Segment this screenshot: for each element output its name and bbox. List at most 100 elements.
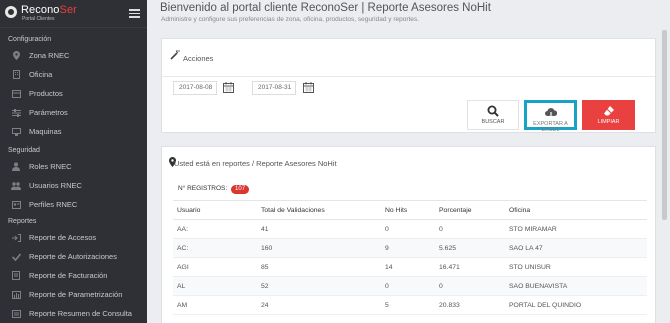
cell-total: 160 (257, 238, 381, 258)
sidebar-item-zona-rnec[interactable]: Zona RNEC (0, 46, 147, 65)
sidebar-item-reporte-accesos[interactable]: Reporte de Accesos (0, 228, 147, 247)
col-total-validaciones[interactable]: Total de Validaciones (257, 200, 381, 220)
report-breadcrumb: Usted está en reportes / Reporte Asesore… (174, 159, 337, 168)
cell-oficina: STO MIRAMAR (505, 219, 647, 239)
sidebar-item-label: Zona RNEC (29, 51, 70, 60)
sidebar-item-label: Reporte de Parametrización (29, 290, 123, 299)
table-row: AM 24 5 20.833 PORTAL DEL QUINDIO (173, 295, 647, 315)
registros-badge: 107 (231, 185, 250, 194)
sidebar-item-label: Reporte de Accesos (29, 233, 97, 242)
cell-porcentaje: 20.833 (435, 295, 505, 315)
sidebar-item-label: Perfiles RNEC (29, 200, 78, 209)
sidebar-item-reporte-resumen[interactable]: Reporte Resumen de Consulta (0, 304, 147, 323)
sidebar-item-oficina[interactable]: Oficina (0, 65, 147, 84)
sidebar-item-parametros[interactable]: Parámetros (0, 103, 147, 122)
brand-name: ReconoSer (21, 4, 77, 16)
cloud-download-icon (544, 108, 557, 119)
sidebar-item-label: Productos (29, 89, 63, 98)
buscar-button[interactable]: BUSCAR (467, 100, 519, 130)
col-usuario[interactable]: Usuario (173, 200, 257, 220)
page-title: Bienvenido al portal cliente ReconoSer |… (160, 2, 491, 14)
export-excel-button[interactable]: EXPORTAR A EXCEL (524, 100, 577, 133)
cell-nohits: 5 (381, 295, 435, 315)
cell-usuario: AL (173, 276, 257, 296)
calendar-icon[interactable] (223, 82, 234, 93)
table-row: AGI 85 14 16.471 STO UNISUR (173, 257, 647, 277)
actions-panel: Acciones 2017-08-08 2017-08-31 BUSCAR EX… (161, 38, 656, 133)
desktop-icon (11, 127, 21, 137)
sidebar-item-usuarios-rnec[interactable]: Usuarios RNEC (0, 176, 147, 195)
limpiar-button[interactable]: LIMPIAR (582, 100, 635, 130)
sidebar-item-label: Reporte de Facturación (29, 271, 108, 280)
brand-logo-icon (5, 6, 17, 18)
page-scrollbar[interactable] (662, 30, 667, 220)
registros-label: N° REGISTROS: (178, 185, 228, 192)
buscar-label: BUSCAR (481, 119, 505, 125)
cell-nohits: 9 (381, 238, 435, 258)
user-icon (11, 162, 21, 172)
cell-porcentaje: 16.471 (435, 257, 505, 277)
export-excel-label: EXPORTAR A EXCEL (533, 121, 568, 133)
sidebar-item-label: Reporte de Autorizaciones (29, 252, 117, 261)
sidebar-item-reporte-parametrizacion[interactable]: Reporte de Parametrización (0, 285, 147, 304)
actions-title: Acciones (183, 54, 214, 63)
cell-total: 85 (257, 257, 381, 277)
section-reportes: Reportes (8, 218, 37, 225)
sidebar-item-roles-rnec[interactable]: Roles RNEC (0, 157, 147, 176)
sidebar: ReconoSer Portal Clientes Configuración … (0, 0, 147, 323)
section-configuracion: Configuración (8, 36, 52, 43)
cell-total: 41 (257, 219, 381, 239)
cell-total: 24 (257, 295, 381, 315)
cell-oficina: STO UNISUR (505, 257, 647, 277)
check-icon (11, 252, 21, 262)
cell-porcentaje: 0 (435, 219, 505, 239)
list-icon (11, 309, 21, 319)
section-seguridad: Seguridad (8, 147, 40, 154)
bar-chart-icon (11, 290, 21, 300)
sign-in-icon (11, 233, 21, 243)
sidebar-item-label: Oficina (29, 70, 53, 79)
sidebar-item-maquinas[interactable]: Maquinas (0, 122, 147, 141)
table-row: AA: 41 0 0 STO MIRAMAR (173, 219, 647, 239)
sidebar-item-reporte-facturacion[interactable]: Reporte de Facturación (0, 266, 147, 285)
id-card-icon (11, 200, 21, 210)
report-panel: Usted está en reportes / Reporte Asesore… (161, 146, 656, 323)
page-subtitle: Administre y configure sus preferencias … (161, 16, 419, 23)
table-header-row: Usuario Total de Validaciones No Hits Po… (173, 200, 647, 220)
col-porcentaje[interactable]: Porcentaje (435, 200, 505, 220)
brand[interactable]: ReconoSer Portal Clientes (0, 0, 147, 28)
box-icon (11, 89, 21, 99)
cell-oficina: SAO LA 47 (505, 238, 647, 258)
sidebar-item-reporte-autorizaciones[interactable]: Reporte de Autorizaciones (0, 247, 147, 266)
date-to-input[interactable]: 2017-08-31 (252, 81, 296, 95)
table-row: AC: 160 9 5.625 SAO LA 47 (173, 238, 647, 258)
cell-oficina: PORTAL DEL QUINDIO (505, 295, 647, 315)
sidebar-item-label: Reporte Resumen de Consulta (29, 309, 132, 318)
building-icon (11, 70, 21, 80)
eraser-icon (603, 106, 614, 116)
menu-toggle-icon[interactable] (129, 9, 140, 18)
sidebar-item-label: Usuarios RNEC (29, 181, 82, 190)
registros-count: N° REGISTROS: 107 (178, 185, 250, 194)
date-from-input[interactable]: 2017-08-08 (173, 81, 217, 95)
cell-usuario: AGI (173, 257, 257, 277)
cell-usuario: AM (173, 295, 257, 315)
cell-nohits: 0 (381, 219, 435, 239)
col-oficina[interactable]: Oficina (505, 200, 647, 220)
search-icon (487, 105, 499, 117)
cell-porcentaje: 5.625 (435, 238, 505, 258)
actions-panel-header: Acciones (162, 39, 655, 77)
sidebar-item-productos[interactable]: Productos (0, 84, 147, 103)
cell-usuario: AC: (173, 238, 257, 258)
cell-nohits: 0 (381, 276, 435, 296)
sidebar-item-label: Maquinas (29, 127, 62, 136)
calendar-icon[interactable] (303, 82, 314, 93)
cell-total: 52 (257, 276, 381, 296)
cell-porcentaje: 0 (435, 276, 505, 296)
magic-wand-icon (170, 50, 180, 60)
users-icon (11, 181, 21, 191)
col-no-hits[interactable]: No Hits (381, 200, 435, 220)
cell-usuario: AA: (173, 219, 257, 239)
sidebar-item-perfiles-rnec[interactable]: Perfiles RNEC (0, 195, 147, 214)
sliders-icon (11, 108, 21, 118)
